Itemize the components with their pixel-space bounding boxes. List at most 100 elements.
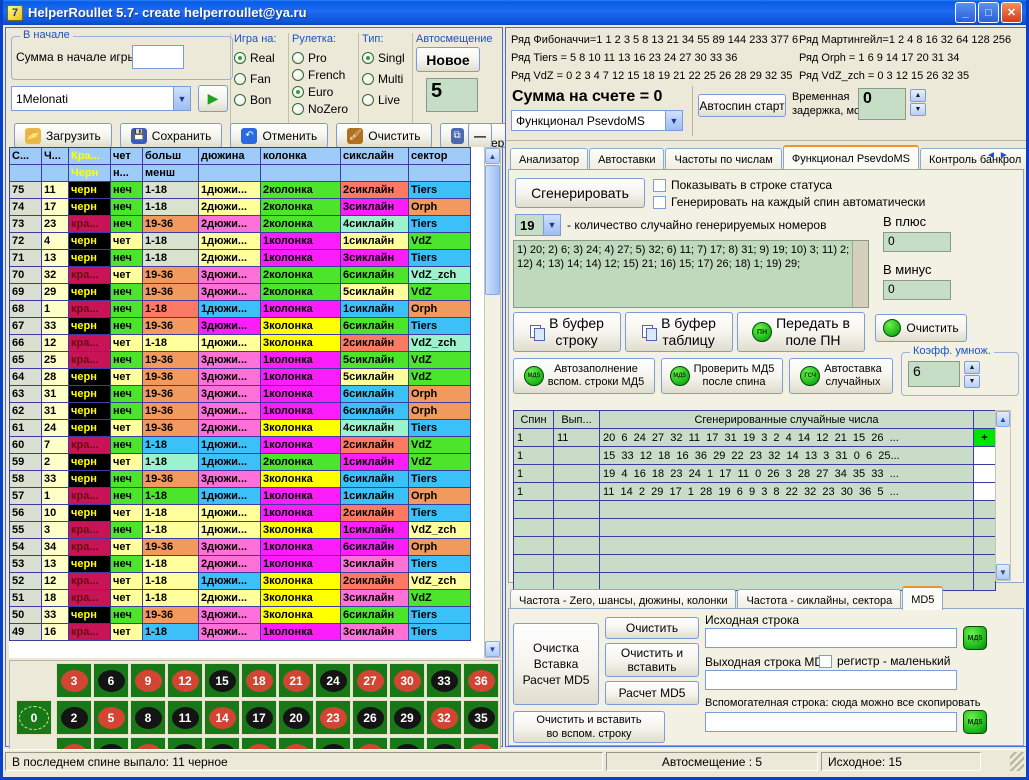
table-cell[interactable]: 3колонка <box>261 420 341 437</box>
table-cell[interactable]: Tiers <box>409 624 471 641</box>
table-cell[interactable]: 19 4 16 18 23 24 1 17 11 0 26 3 28 27 34… <box>600 465 974 483</box>
table-cell[interactable]: черн <box>69 318 111 335</box>
table-cell[interactable]: 60 <box>10 437 42 454</box>
table-cell[interactable] <box>554 465 600 483</box>
table-cell[interactable]: 4сиклайн <box>341 420 409 437</box>
table-row[interactable]: 5033черннеч19-363дюжи...3колонка6сиклайн… <box>10 607 471 624</box>
spin-up-icon[interactable]: ▲ <box>910 89 926 102</box>
table-cell[interactable] <box>974 501 996 519</box>
table-cell[interactable]: 33 <box>42 471 69 488</box>
table-cell[interactable]: VdZ <box>409 284 471 301</box>
table-cell[interactable]: 2 <box>42 454 69 471</box>
table-cell[interactable] <box>514 555 554 573</box>
table-cell[interactable]: VdZ_zch <box>409 267 471 284</box>
table-cell[interactable]: черн <box>69 403 111 420</box>
table-cell[interactable]: черн <box>69 471 111 488</box>
table-cell[interactable]: 1-18 <box>143 437 199 454</box>
table-cell[interactable]: 1 <box>514 447 554 465</box>
table-cell[interactable]: 66 <box>10 335 42 352</box>
table-cell[interactable]: 2дюжи... <box>199 590 261 607</box>
table-cell[interactable]: 6сиклайн <box>341 539 409 556</box>
open-folder-button[interactable]: 📂Загрузить <box>14 123 112 148</box>
md5-clear-paste-button[interactable]: Очистить и вставить <box>605 643 699 677</box>
table-cell[interactable]: 19-36 <box>143 369 199 386</box>
close-button[interactable]: ✕ <box>1001 2 1022 23</box>
table-cell[interactable]: 1-18 <box>143 335 199 352</box>
table-cell[interactable]: неч <box>111 216 143 233</box>
table-cell[interactable]: кра... <box>69 267 111 284</box>
table-cell[interactable]: чет <box>111 454 143 471</box>
table-row[interactable]: 6124чернчет19-362дюжи...3колонка4сиклайн… <box>10 420 471 437</box>
table-cell[interactable]: кра... <box>69 437 111 454</box>
radio-icon[interactable] <box>234 73 246 85</box>
table-cell[interactable] <box>974 537 996 555</box>
table-cell[interactable]: чет <box>111 590 143 607</box>
table-cell[interactable]: 6сиклайн <box>341 386 409 403</box>
table-cell[interactable]: 33 <box>42 318 69 335</box>
table-cell[interactable]: 18 <box>42 590 69 607</box>
table-cell[interactable]: Tiers <box>409 471 471 488</box>
table-row[interactable]: 6929черннеч19-363дюжи...2колонка5сиклайн… <box>10 284 471 301</box>
table-cell[interactable]: 19-36 <box>143 471 199 488</box>
roulette-cell-3[interactable]: 3 <box>56 663 92 698</box>
checkbox-icon[interactable] <box>653 196 666 209</box>
table-cell[interactable]: 2дюжи... <box>199 556 261 573</box>
table-cell[interactable]: неч <box>111 522 143 539</box>
table-cell[interactable]: 7 <box>42 437 69 454</box>
table-cell[interactable]: VdZ <box>409 454 471 471</box>
table-cell[interactable]: 73 <box>10 216 42 233</box>
radio-icon[interactable] <box>362 94 374 106</box>
table-cell[interactable]: 19-36 <box>143 352 199 369</box>
generated-numbers-box[interactable]: 1) 20; 2) 6; 3) 24; 4) 27; 5) 32; 6) 11;… <box>513 240 869 308</box>
md5-icon-button[interactable]: МД5 <box>963 710 987 734</box>
scroll-down-icon[interactable]: ▼ <box>485 641 500 657</box>
table-row[interactable]: 5833черннеч19-363дюжи...3колонка6сиклайн… <box>10 471 471 488</box>
roulette-cell-9[interactable]: 9 <box>130 663 166 698</box>
table-cell[interactable]: 3сиклайн <box>341 624 409 641</box>
tab-контроль-банкрол[interactable]: Контроль банкрол <box>920 148 1029 169</box>
md5-source-input[interactable] <box>705 628 957 648</box>
table-cell[interactable]: неч <box>111 301 143 318</box>
table-cell[interactable]: 1-18 <box>143 522 199 539</box>
roulette-cell-5[interactable]: 5 <box>93 700 129 735</box>
table-cell[interactable]: 1-18 <box>143 250 199 267</box>
table-cell[interactable] <box>554 537 600 555</box>
table-cell[interactable]: неч <box>111 352 143 369</box>
table-row[interactable]: 571кра...неч1-181дюжи...1колонка1сиклайн… <box>10 488 471 505</box>
radio-bon[interactable]: Bon <box>234 93 276 107</box>
table-cell[interactable]: VdZ_zch <box>409 522 471 539</box>
table-cell[interactable]: 3дюжи... <box>199 607 261 624</box>
table-cell[interactable]: 1колонка <box>261 505 341 522</box>
table-cell[interactable]: 28 <box>42 369 69 386</box>
table-cell[interactable]: 1дюжи... <box>199 573 261 590</box>
table-cell[interactable]: 11 <box>554 429 600 447</box>
table-cell[interactable]: 19-36 <box>143 216 199 233</box>
table-cell[interactable]: 17 <box>42 199 69 216</box>
table-cell[interactable]: 6сиклайн <box>341 267 409 284</box>
table-cell[interactable]: 56 <box>10 505 42 522</box>
table-cell[interactable]: 2колонка <box>261 199 341 216</box>
table-row[interactable]: 7511черннеч1-181дюжи...2колонка2сиклайнT… <box>10 182 471 199</box>
table-cell[interactable]: 34 <box>42 539 69 556</box>
table-row[interactable]: 724чернчет1-181дюжи...1колонка1сиклайнVd… <box>10 233 471 250</box>
table-cell[interactable]: Tiers <box>409 250 471 267</box>
roulette-cell-14[interactable]: 14 <box>204 700 240 735</box>
functional-combo[interactable]: Функционал PsevdoMS ▼ <box>511 110 683 131</box>
roulette-cell-17[interactable]: 17 <box>241 700 277 735</box>
clear-gen-button[interactable]: Очистить <box>875 314 967 342</box>
table-cell[interactable]: кра... <box>69 590 111 607</box>
radio-real[interactable]: Real <box>234 51 276 65</box>
table-row-empty[interactable] <box>514 501 996 519</box>
table-cell[interactable]: Orph <box>409 386 471 403</box>
md5-output-input[interactable] <box>705 670 957 690</box>
md5-clear-button[interactable]: Очистить <box>605 617 699 639</box>
table-cell[interactable]: 69 <box>10 284 42 301</box>
table-row[interactable]: 6231черннеч19-363дюжи...1колонка6сиклайн… <box>10 403 471 420</box>
table-cell[interactable]: 1 <box>42 488 69 505</box>
table-cell[interactable]: 1-18 <box>143 505 199 522</box>
roulette-cell-29[interactable]: 29 <box>389 700 425 735</box>
table-cell[interactable]: 75 <box>10 182 42 199</box>
table-cell[interactable]: чет <box>111 420 143 437</box>
tab-анализатор[interactable]: Анализатор <box>510 148 588 169</box>
table-cell[interactable]: черн <box>69 420 111 437</box>
